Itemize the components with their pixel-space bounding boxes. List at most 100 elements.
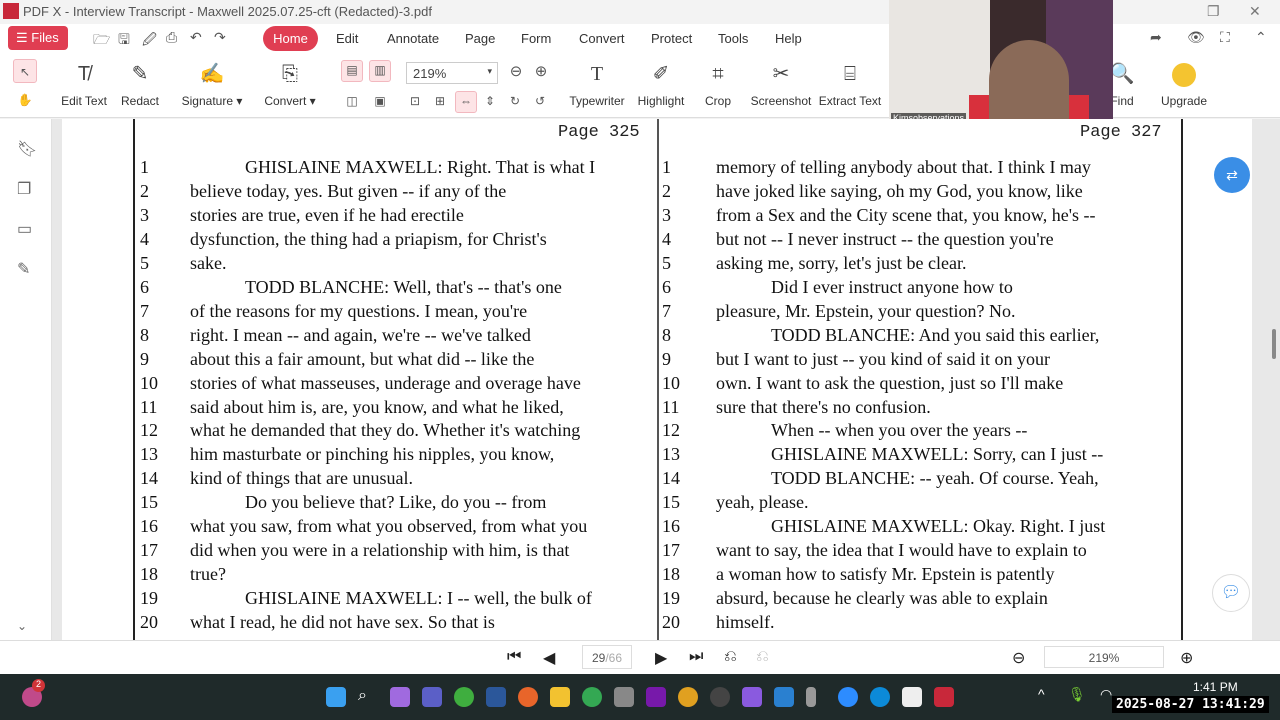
teams-icon[interactable] bbox=[422, 687, 442, 707]
line-number: 14 bbox=[140, 468, 158, 489]
close-icon[interactable]: ✕ bbox=[1249, 3, 1261, 20]
actual-size-icon[interactable]: ⊡ bbox=[406, 92, 424, 110]
app-icon[interactable] bbox=[678, 687, 698, 707]
two-page-icon[interactable]: ◫ bbox=[343, 92, 361, 110]
pdfx-taskbar-icon[interactable] bbox=[934, 687, 954, 707]
tab-protect[interactable]: Protect bbox=[651, 31, 692, 46]
start-icon[interactable] bbox=[326, 687, 346, 707]
status-zoom-field[interactable]: 219% bbox=[1044, 646, 1164, 668]
ai-assistant-button[interactable]: 💬︎ bbox=[1212, 574, 1250, 612]
fit-page-icon[interactable]: ⊞ bbox=[431, 92, 449, 110]
screenshot-button[interactable]: ✂ Screenshot bbox=[748, 60, 814, 108]
tab-annotate[interactable]: Annotate bbox=[387, 31, 439, 46]
rotate-counterclockwise-icon[interactable]: ↺ bbox=[531, 92, 549, 110]
undo-icon[interactable]: ↶ bbox=[190, 29, 202, 46]
upgrade-button[interactable]: Upgrade bbox=[1156, 60, 1212, 108]
redo-icon[interactable]: ↷ bbox=[214, 29, 226, 46]
tab-edit[interactable]: Edit bbox=[336, 31, 358, 46]
transcript-line: about this a fair amount, but what did -… bbox=[190, 348, 535, 369]
continuous-page-icon[interactable]: ▥ bbox=[369, 60, 391, 82]
media-player-icon[interactable] bbox=[710, 687, 730, 707]
word-icon[interactable] bbox=[486, 687, 506, 707]
line-number: 6 bbox=[140, 276, 149, 297]
zoom-in-icon[interactable]: ⊕ bbox=[532, 63, 550, 81]
fit-height-icon[interactable]: ⇕ bbox=[481, 92, 499, 110]
crop-button[interactable]: ⌗ Crop bbox=[700, 60, 736, 108]
microphone-icon[interactable] bbox=[806, 687, 816, 707]
transcript-line: absurd, because he clearly was able to e… bbox=[716, 588, 1048, 609]
transcript-line: him masturbate or pinching his nipples, … bbox=[190, 444, 555, 465]
status-zoom-out-icon[interactable]: ⊖ bbox=[1012, 648, 1025, 668]
tray-chevron-icon[interactable]: ^ bbox=[1038, 686, 1045, 702]
typewriter-button[interactable]: T Typewriter bbox=[566, 60, 628, 108]
open-icon[interactable]: 🗁 bbox=[93, 29, 110, 53]
bookmark-icon[interactable]: 🔖︎ bbox=[17, 139, 37, 159]
mic-tray-icon[interactable]: 🎙︎ bbox=[1068, 686, 1086, 703]
zoom-app-icon[interactable] bbox=[838, 687, 858, 707]
fullscreen-icon[interactable]: ⛶ bbox=[1220, 29, 1230, 46]
cover-page-icon[interactable]: ▣ bbox=[371, 92, 389, 110]
tab-form[interactable]: Form bbox=[521, 31, 551, 46]
last-page-icon[interactable]: ⏭ bbox=[689, 648, 703, 666]
onenote-icon[interactable] bbox=[646, 687, 666, 707]
share-icon[interactable]: ➦ bbox=[1150, 29, 1162, 46]
tab-tools[interactable]: Tools bbox=[718, 31, 748, 46]
read-mode-icon[interactable]: 👁 bbox=[1187, 29, 1205, 46]
convert-button[interactable]: ⎘ Convert ▾ bbox=[260, 60, 320, 108]
firefox-icon[interactable] bbox=[518, 687, 538, 707]
search-icon[interactable]: ⌕ bbox=[358, 687, 378, 707]
previous-view-icon[interactable]: ⎌ bbox=[724, 648, 737, 666]
store-icon[interactable] bbox=[902, 687, 922, 707]
line-number: 10 bbox=[662, 372, 680, 393]
status-zoom-in-icon[interactable]: ⊕ bbox=[1180, 648, 1193, 668]
next-page-icon[interactable]: ▶ bbox=[655, 648, 667, 668]
first-page-icon[interactable]: ⏮ bbox=[507, 648, 521, 666]
file-explorer-icon[interactable] bbox=[550, 687, 570, 707]
hand-tool-icon[interactable]: ✋ bbox=[16, 91, 34, 109]
save-icon[interactable]: 🖫 bbox=[118, 29, 130, 53]
tab-page[interactable]: Page bbox=[465, 31, 495, 46]
tab-help[interactable]: Help bbox=[775, 31, 802, 46]
select-tool-icon[interactable]: ↖ bbox=[13, 59, 37, 83]
app-icon-2[interactable] bbox=[742, 687, 762, 707]
expand-down-icon[interactable]: ⌄ bbox=[17, 619, 27, 633]
collapse-ribbon-icon[interactable]: ⌃ bbox=[1255, 29, 1267, 46]
fit-width-icon[interactable]: ⇔ bbox=[455, 91, 477, 113]
tab-home[interactable]: Home bbox=[263, 26, 318, 51]
edge-icon[interactable] bbox=[870, 687, 890, 707]
camera-icon[interactable] bbox=[614, 687, 634, 707]
page-number-input[interactable]: 29/66 bbox=[582, 645, 632, 669]
rotate-clockwise-icon[interactable]: ↻ bbox=[506, 92, 524, 110]
transcript-line: TODD BLANCHE: -- yeah. Of course. Yeah, bbox=[771, 468, 1099, 489]
save-as-icon[interactable]: 🖉 bbox=[142, 29, 157, 53]
zoom-out-icon[interactable]: ⊖ bbox=[507, 63, 525, 81]
print-icon[interactable]: ⎙ bbox=[166, 29, 177, 46]
wifi-icon[interactable]: ◠ bbox=[1100, 686, 1112, 703]
extract-text-button[interactable]: ⌸ Extract Text bbox=[818, 60, 882, 108]
edit-text-button[interactable]: T̸ Edit Text bbox=[58, 60, 110, 108]
single-page-icon[interactable]: ▤ bbox=[341, 60, 363, 82]
chrome-icon[interactable] bbox=[582, 687, 602, 707]
app-icon-3[interactable] bbox=[774, 687, 794, 707]
restore-icon[interactable]: ❐ bbox=[1207, 3, 1220, 20]
translate-button[interactable]: ⇄ bbox=[1214, 157, 1250, 193]
redact-button[interactable]: ✎ Redact bbox=[116, 60, 164, 108]
previous-page-icon[interactable]: ◀ bbox=[543, 648, 555, 668]
copilot-icon[interactable] bbox=[390, 687, 410, 707]
files-button[interactable]: ☰ Files bbox=[8, 26, 68, 50]
convert-icon: ⎘ bbox=[282, 63, 298, 85]
camtasia-icon[interactable] bbox=[454, 687, 474, 707]
comments-icon[interactable]: ▭ bbox=[17, 219, 32, 239]
zoom-select[interactable]: 219% ▾ bbox=[406, 62, 498, 84]
transcript-line: stories of what masseuses, underage and … bbox=[190, 372, 581, 393]
transcript-line: believe today, yes. But given -- if any … bbox=[190, 180, 507, 201]
highlight-button[interactable]: ✐ Highlight bbox=[634, 60, 688, 108]
signature-panel-icon[interactable]: ✎ bbox=[17, 259, 30, 279]
clock-time[interactable]: 1:41 PM bbox=[1193, 680, 1238, 694]
line-number: 4 bbox=[140, 228, 149, 249]
thumbnails-icon[interactable]: ❐ bbox=[17, 179, 31, 199]
next-view-icon[interactable]: ⎌ bbox=[756, 648, 769, 666]
vertical-scrollbar[interactable] bbox=[1272, 329, 1276, 359]
signature-button[interactable]: ✍ Signature ▾ bbox=[178, 60, 246, 108]
tab-convert[interactable]: Convert bbox=[579, 31, 625, 46]
